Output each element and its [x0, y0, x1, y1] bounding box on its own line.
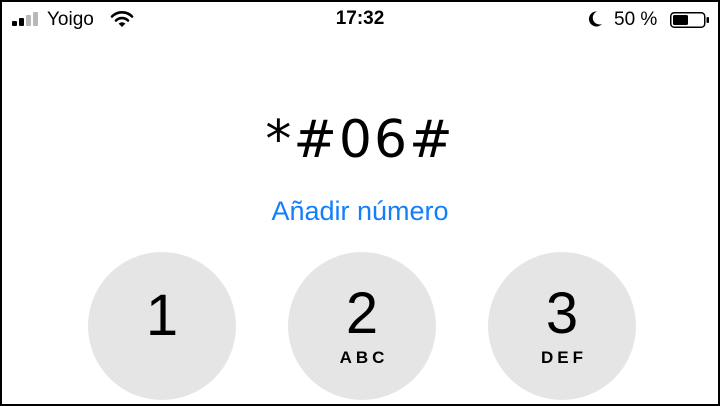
key-digit: 3 [545, 281, 579, 346]
dialed-number: *#06# [265, 110, 455, 170]
keypad-key-3[interactable]: 3 DEF [488, 252, 636, 400]
status-time: 17:32 [335, 8, 385, 29]
battery-icon [670, 12, 709, 28]
key-letters: DEF [541, 348, 587, 367]
key-letters: ABC [339, 348, 389, 367]
keypad-key-2[interactable]: 2 ABC [288, 252, 436, 400]
phone-screen: Yoigo 17:32 50 % *#06# Añadir número 1 2… [0, 0, 720, 406]
moon-icon [588, 11, 602, 27]
keypad-key-1[interactable]: 1 [88, 252, 236, 400]
key-digit: 1 [145, 283, 179, 348]
battery-percent: 50 % [614, 9, 658, 30]
status-bar: Yoigo 17:32 50 % [2, 2, 718, 38]
key-digit: 2 [345, 281, 379, 346]
add-number-link[interactable]: Añadir número [2, 195, 718, 227]
